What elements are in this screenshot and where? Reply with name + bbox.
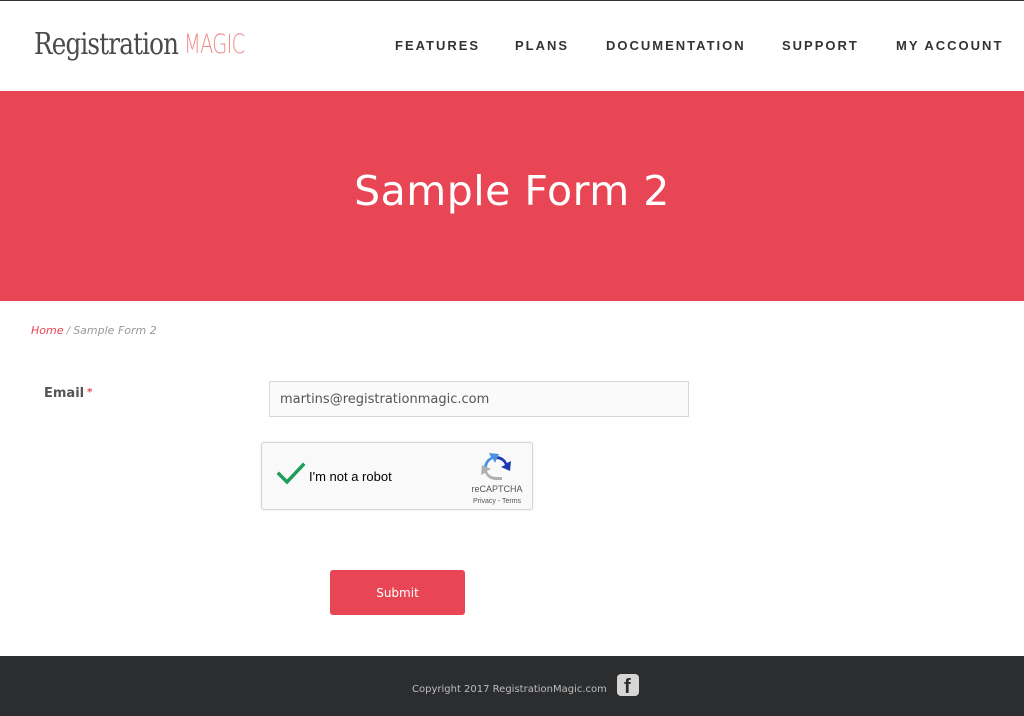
recaptcha-links: Privacy - Terms xyxy=(462,498,532,505)
email-field[interactable] xyxy=(269,381,689,417)
required-asterisk: * xyxy=(87,387,93,398)
recaptcha-label: I'm not a robot xyxy=(309,469,392,484)
submit-button[interactable]: Submit xyxy=(330,570,465,615)
facebook-icon[interactable]: f xyxy=(617,674,639,696)
recaptcha-widget: I'm not a robot reCAPTCHA Privacy - Term… xyxy=(261,442,533,510)
site-header: Registration MAGIC FEATURES PLANS DOCUME… xyxy=(0,1,1024,91)
nav-plans[interactable]: PLANS xyxy=(515,38,569,53)
email-label: Email * xyxy=(44,386,92,401)
nav-my-account[interactable]: MY ACCOUNT xyxy=(896,38,1003,53)
copyright-text: Copyright 2017 RegistrationMagic.com xyxy=(412,684,607,695)
recaptcha-terms-link[interactable]: Terms xyxy=(502,498,521,505)
breadcrumb-current: Sample Form 2 xyxy=(73,324,157,337)
breadcrumb-separator: / xyxy=(66,324,71,337)
nav-support[interactable]: SUPPORT xyxy=(782,38,859,53)
recaptcha-brand: reCAPTCHA xyxy=(471,484,523,494)
hero-banner: Sample Form 2 xyxy=(0,91,1024,301)
email-label-text: Email xyxy=(44,386,85,401)
main-nav: FEATURES PLANS DOCUMENTATION SUPPORT MY … xyxy=(0,38,1024,58)
recaptcha-logo-icon xyxy=(481,453,511,481)
page-title: Sample Form 2 xyxy=(354,167,670,215)
breadcrumb-home-link[interactable]: Home xyxy=(31,324,63,337)
recaptcha-checkbox[interactable] xyxy=(276,461,306,487)
breadcrumb: Home / Sample Form 2 xyxy=(31,324,157,337)
nav-documentation[interactable]: DOCUMENTATION xyxy=(606,38,746,53)
nav-features[interactable]: FEATURES xyxy=(395,38,480,53)
checkmark-icon xyxy=(276,462,306,485)
site-footer: Copyright 2017 RegistrationMagic.com f xyxy=(0,656,1024,716)
recaptcha-privacy-link[interactable]: Privacy xyxy=(473,498,496,505)
